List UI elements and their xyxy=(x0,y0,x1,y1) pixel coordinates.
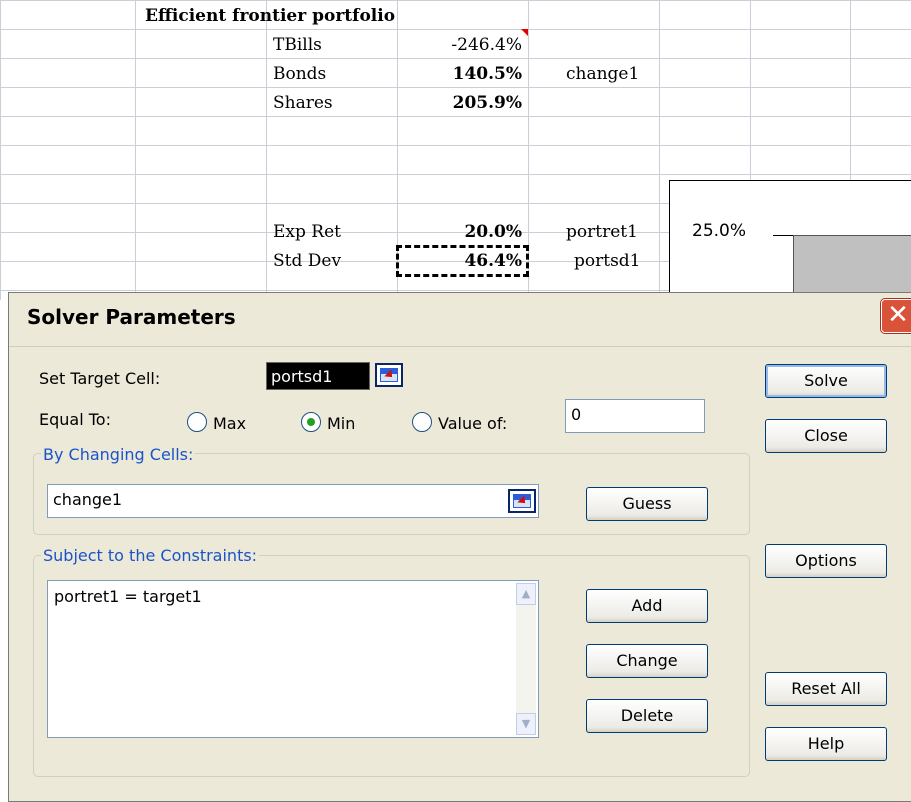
add-button[interactable]: Add xyxy=(586,589,708,623)
row-value-exp-ret[interactable]: 20.0% xyxy=(405,218,522,247)
changing-cells-input[interactable]: change1 xyxy=(47,484,539,518)
radio-min-label[interactable]: Min xyxy=(327,414,355,433)
column-divider xyxy=(266,0,267,300)
row-name-exp-ret[interactable]: portret1 xyxy=(566,218,638,247)
solve-button[interactable]: Solve xyxy=(765,364,887,398)
row-value-bonds[interactable]: 140.5% xyxy=(405,60,522,89)
constraint-item[interactable]: portret1 = target1 xyxy=(54,587,202,606)
row-label-std-dev[interactable]: Std Dev xyxy=(273,247,341,276)
row-label-exp-ret[interactable]: Exp Ret xyxy=(273,218,341,247)
column-divider xyxy=(659,0,660,300)
changing-cells-label: By Changing Cells: xyxy=(41,445,196,464)
row-value-tbills[interactable]: -246.4% xyxy=(405,31,522,60)
help-button[interactable]: Help xyxy=(765,727,887,761)
collapse-dialog-icon[interactable] xyxy=(508,489,536,513)
dialog-title: Solver Parameters xyxy=(27,305,236,329)
row-name-std-dev[interactable]: portsd1 xyxy=(574,247,641,276)
change-button[interactable]: Change xyxy=(586,644,708,678)
reset-all-button[interactable]: Reset All xyxy=(765,672,887,706)
row-name-bonds[interactable]: change1 xyxy=(566,60,639,89)
guess-button[interactable]: Guess xyxy=(586,487,708,521)
scroll-up-icon[interactable]: ▲ xyxy=(516,583,536,605)
row-label-shares[interactable]: Shares xyxy=(273,89,333,118)
target-cell-input[interactable]: portsd1 xyxy=(266,362,370,390)
scroll-down-icon[interactable]: ▼ xyxy=(516,713,536,735)
equal-to-label: Equal To: xyxy=(39,410,111,429)
row-label-tbills[interactable]: TBills xyxy=(273,31,322,60)
collapse-dialog-icon[interactable] xyxy=(375,363,403,387)
close-button[interactable]: Close xyxy=(765,419,887,453)
sheet-heading[interactable]: Efficient frontier portfolio xyxy=(145,2,395,31)
radio-max-label[interactable]: Max xyxy=(213,414,246,433)
constraints-label: Subject to the Constraints: xyxy=(41,546,260,565)
constraints-scrollbar[interactable]: ▲ ▼ xyxy=(516,583,536,735)
radio-min[interactable] xyxy=(301,412,321,432)
spreadsheet-grid: Efficient frontier portfolio TBills -246… xyxy=(0,0,911,312)
delete-button[interactable]: Delete xyxy=(586,699,708,733)
row-value-std-dev[interactable]: 46.4% xyxy=(405,247,522,276)
solver-parameters-dialog: Solver Parameters ✕ Set Target Cell: por… xyxy=(8,292,911,802)
radio-max[interactable] xyxy=(187,412,207,432)
row-label-bonds[interactable]: Bonds xyxy=(273,60,326,89)
radio-value-of[interactable] xyxy=(412,412,432,432)
row-value-shares[interactable]: 205.9% xyxy=(405,89,522,118)
constraints-list[interactable]: portret1 = target1 ▲ ▼ xyxy=(47,580,539,738)
column-divider xyxy=(135,0,136,300)
set-target-cell-label: Set Target Cell: xyxy=(39,369,161,388)
radio-value-of-label[interactable]: Value of: xyxy=(438,414,507,433)
value-of-input[interactable]: 0 xyxy=(565,399,705,433)
options-button[interactable]: Options xyxy=(765,544,887,578)
chart-axis-label: 25.0% xyxy=(692,221,747,241)
dialog-titlebar[interactable]: Solver Parameters ✕ xyxy=(9,293,911,347)
close-icon[interactable]: ✕ xyxy=(881,299,911,333)
chart-axis-tick xyxy=(773,235,793,236)
comment-indicator xyxy=(521,29,528,36)
